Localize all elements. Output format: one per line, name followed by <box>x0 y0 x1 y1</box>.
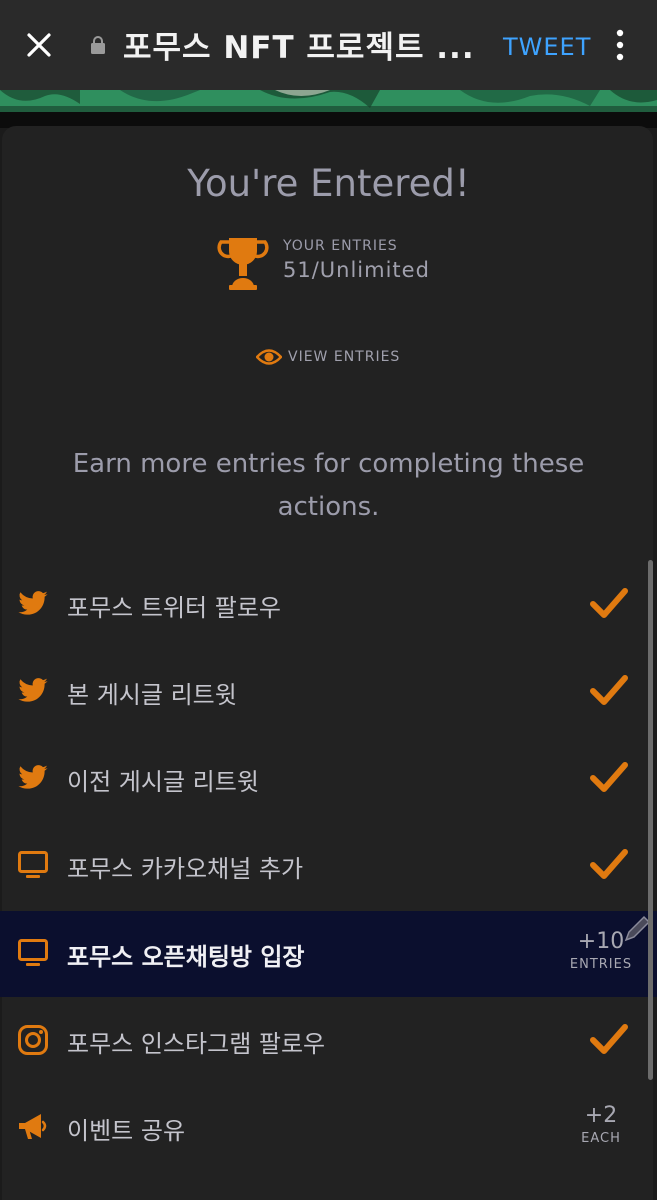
action-label: 포무스 오픈채팅방 입장 <box>67 943 305 971</box>
banner-image <box>0 90 657 112</box>
action-row[interactable]: 이벤트 공유 +2 EACH <box>0 1085 657 1171</box>
monitor-icon <box>18 851 48 878</box>
twitter-icon <box>18 678 48 702</box>
action-label: 포무스 트위터 팔로우 <box>67 594 281 622</box>
monitor-icon <box>18 939 48 966</box>
checkmark-icon <box>590 1024 628 1054</box>
action-label: 본 게시글 리트윗 <box>67 681 237 709</box>
checkmark-icon <box>590 762 628 792</box>
earn-more-text: Earn more entries for completing these a… <box>72 449 585 522</box>
checkmark-icon <box>590 849 628 879</box>
more-menu-icon[interactable] <box>612 29 628 61</box>
action-label: 포무스 카카오채널 추가 <box>67 855 304 883</box>
action-label: 이벤트 공유 <box>67 1117 186 1145</box>
megaphone-icon <box>19 1114 47 1139</box>
checkmark-icon <box>590 675 628 705</box>
entered-title: You're Entered! <box>187 162 470 205</box>
entries-count: 51/Unlimited <box>283 258 430 282</box>
action-label: 이전 게시글 리트윗 <box>67 768 259 796</box>
twitter-icon <box>18 765 48 789</box>
bonus-unit: EACH <box>581 1131 621 1146</box>
action-row[interactable]: 본 게시글 리트윗 <box>0 649 657 735</box>
view-entries-label: VIEW ENTRIES <box>288 349 401 365</box>
checkmark-icon <box>590 588 628 618</box>
action-row[interactable]: 포무스 인스타그램 팔로우 <box>0 998 657 1084</box>
page-title: 포무스 NFT 프로젝트 ... <box>123 30 475 66</box>
close-icon[interactable] <box>24 30 54 60</box>
your-entries-label: YOUR ENTRIES <box>283 238 398 254</box>
bonus-unit: ENTRIES <box>569 957 633 972</box>
twitter-icon <box>18 591 48 615</box>
tweet-button[interactable]: TWEET <box>503 33 591 61</box>
eye-icon <box>256 349 282 365</box>
action-row[interactable]: 포무스 카카오채널 추가 <box>0 823 657 909</box>
entries-bonus: +2 EACH <box>561 1103 641 1146</box>
scrollbar[interactable] <box>648 560 653 1080</box>
action-row[interactable]: 포무스 트위터 팔로우 <box>0 562 657 648</box>
action-row[interactable]: 이전 게시글 리트윗 <box>0 736 657 822</box>
lock-icon <box>91 36 105 54</box>
action-label: 포무스 인스타그램 팔로우 <box>67 1030 326 1058</box>
browser-toolbar: 포무스 NFT 프로젝트 ... TWEET <box>0 0 657 90</box>
instagram-icon <box>18 1025 48 1055</box>
bonus-value: +2 <box>584 1103 618 1128</box>
action-row-active[interactable]: 포무스 오픈채팅방 입장 +10 ENTRIES <box>0 911 657 997</box>
view-entries-link[interactable]: VIEW ENTRIES <box>256 346 400 368</box>
trophy-icon <box>217 238 269 290</box>
